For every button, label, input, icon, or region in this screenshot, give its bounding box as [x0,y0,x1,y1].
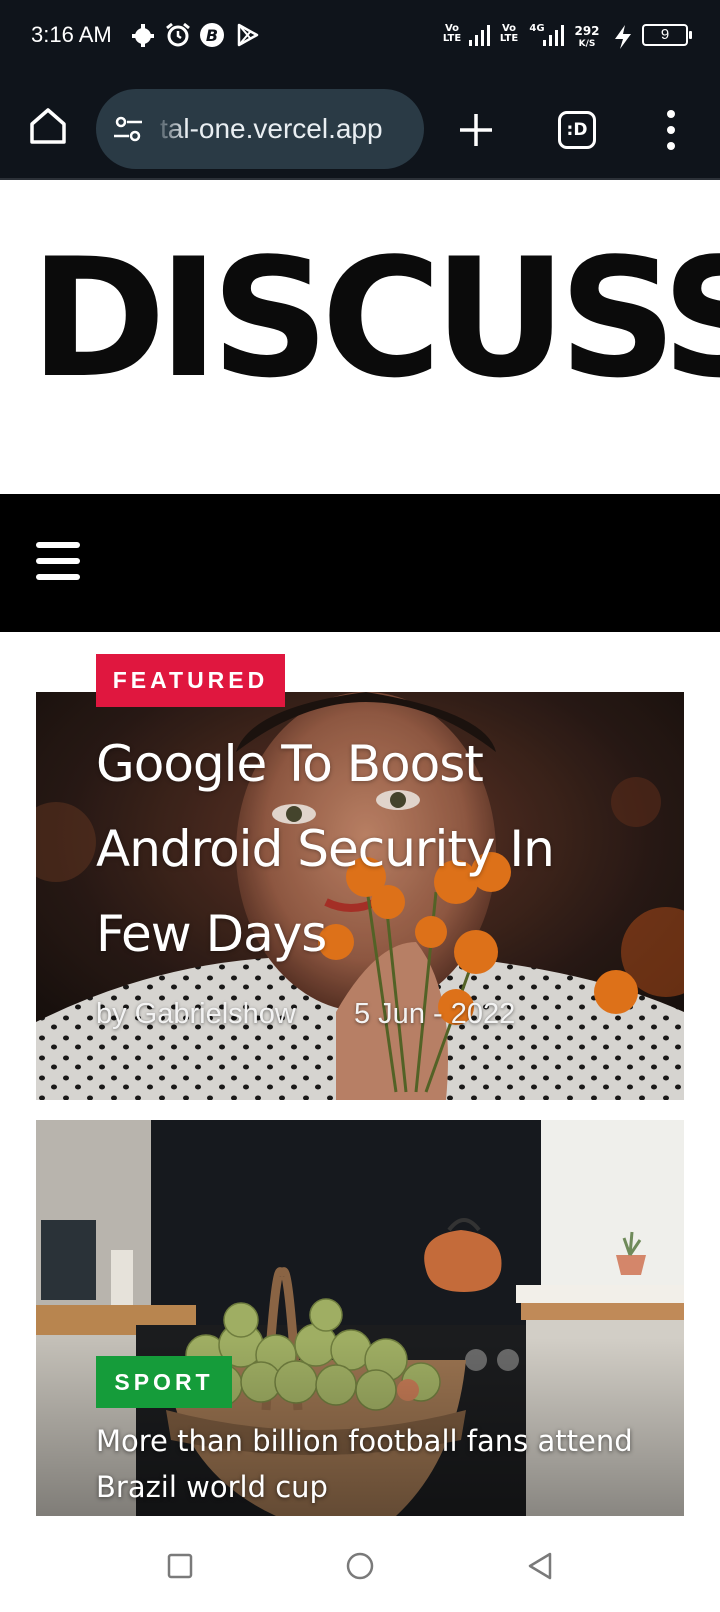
url-text[interactable]: tal-one.vercel.app [160,89,410,169]
android-navigation-bar [0,1516,720,1612]
featured-title[interactable]: Google To Boost Android Security In Few … [96,722,656,977]
site-header: DISCUSS [0,182,720,494]
status-time: 3:16 AM [31,22,112,47]
home-icon[interactable] [26,104,70,148]
volte-label-1: Vo LTE [442,23,462,44]
sport-tag[interactable]: SPORT [96,1356,232,1408]
featured-tag[interactable]: FEATURED [96,654,285,707]
alarm-icon [166,22,190,47]
battery-level: 9 [660,26,670,43]
volte-label-2: Vo LTE [499,23,519,44]
more-vert-icon[interactable] [660,108,682,152]
browser-toolbar: tal-one.vercel.app :D [0,72,720,180]
sport-title[interactable]: More than billion football fans attend B… [96,1418,676,1510]
back-triangle-icon[interactable] [524,1550,556,1582]
featured-date: 5 Jun - 2022 [354,998,516,1030]
site-settings-icon[interactable] [112,113,144,145]
notification-app-icon [132,24,154,47]
hamburger-menu-icon[interactable] [36,542,80,580]
charging-icon [615,25,631,49]
site-logo[interactable]: DISCUSS [30,234,720,404]
url-fade [152,89,186,169]
battery-icon: 9 [642,24,692,46]
play-store-icon [237,23,259,47]
signal-icon [469,25,490,46]
net-speed: 292 K/S [574,24,600,49]
address-bar[interactable]: tal-one.vercel.app [96,89,424,169]
recents-square-icon[interactable] [164,1550,196,1582]
plus-icon[interactable] [456,110,496,150]
home-circle-icon[interactable] [344,1550,376,1582]
tabs-icon[interactable]: :D [558,111,596,149]
b-app-icon: B [200,23,224,47]
svg-text:B: B [206,26,218,45]
status-bar: 3:16 AM B Vo LTE Vo LTE 4G 292 K/S 9 [0,0,720,72]
signal-icon [543,25,564,46]
site-nav-bar [0,494,720,632]
featured-author[interactable]: by Gabrielshow [96,998,296,1031]
